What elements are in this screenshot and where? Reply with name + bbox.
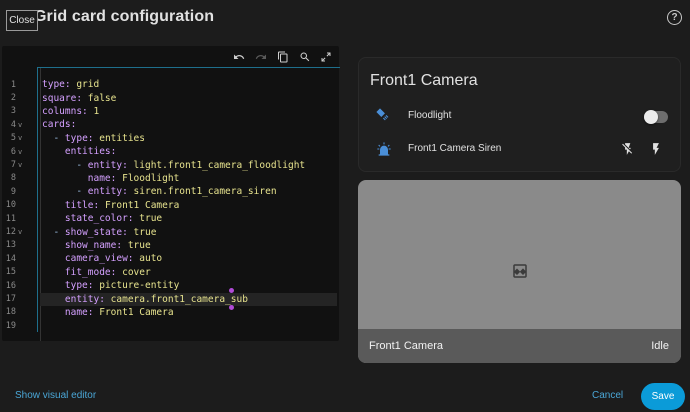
entity-row-floodlight[interactable]: Floodlight <box>359 101 682 131</box>
code-text: camera_view: auto <box>64 253 163 265</box>
line-number: 8 <box>10 173 16 184</box>
flash-off-icon[interactable] <box>620 141 636 157</box>
floodlight-icon <box>375 107 393 125</box>
undo-icon[interactable] <box>231 49 247 65</box>
code-text: type: picture-entity <box>64 280 180 292</box>
code-text: name: Front1 Camera <box>64 306 174 318</box>
fold-chevron-icon[interactable]: v <box>18 228 22 236</box>
line-number: 3 <box>10 106 16 117</box>
line-number: 5 <box>10 133 16 144</box>
editor-toolbar <box>2 46 339 68</box>
line-number: 2 <box>10 93 16 104</box>
line-number: 11 <box>5 213 16 224</box>
code-text: fit_mode: cover <box>64 266 151 278</box>
picture-card-footer: Front1 Camera Idle <box>358 329 681 363</box>
show-visual-editor-button[interactable]: Show visual editor <box>15 390 96 401</box>
cursor-marker <box>229 305 234 310</box>
picture-card-state: Idle <box>651 340 669 352</box>
code-text: entity: camera.front1_camera_sub <box>64 293 248 305</box>
line-number: 9 <box>10 186 16 197</box>
entity-row-siren[interactable]: Front1 Camera Siren <box>359 134 682 164</box>
code-text: - show_state: true <box>53 226 157 238</box>
alarm-light-icon <box>375 140 393 158</box>
image-broken-icon <box>511 262 529 280</box>
line-number: 6 <box>10 146 16 157</box>
close-button[interactable]: Close <box>6 10 38 31</box>
line-number: 13 <box>5 240 16 251</box>
fold-chevron-icon[interactable]: v <box>18 148 22 156</box>
code-text: title: Front1 Camera <box>64 199 180 211</box>
line-number: 1 <box>10 79 16 90</box>
cursor-marker <box>229 288 234 293</box>
line-number: 12 <box>5 227 16 238</box>
line-number: 15 <box>5 267 16 278</box>
line-number: 16 <box>5 280 16 291</box>
line-number: 18 <box>5 307 16 318</box>
flash-icon[interactable] <box>648 141 664 157</box>
code-text: type: grid <box>42 79 100 91</box>
code-text: name: Floodlight <box>87 172 180 184</box>
code-text: - entity: siren.front1_camera_siren <box>76 186 277 198</box>
code-text: columns: 1 <box>42 105 100 117</box>
entities-card-preview: Front1 Camera Floodlight Front1 Camera S… <box>358 57 681 172</box>
cancel-button[interactable]: Cancel <box>592 390 623 401</box>
line-number: 7 <box>10 160 16 171</box>
code-text: state_color: true <box>64 213 163 225</box>
code-text: entities: <box>64 146 117 158</box>
search-icon[interactable] <box>297 49 313 65</box>
line-number: 10 <box>5 200 16 211</box>
entity-name: Floodlight <box>408 110 452 121</box>
code-text: - type: entities <box>53 132 145 144</box>
code-text: cards: <box>42 119 77 131</box>
picture-entity-card-preview[interactable]: Front1 Camera Idle <box>358 180 681 363</box>
line-number: 17 <box>5 294 16 305</box>
line-number: 14 <box>5 253 16 264</box>
code-text: square: false <box>42 92 117 104</box>
help-circle-icon[interactable]: ? <box>667 10 682 25</box>
toggle-knob <box>644 110 658 124</box>
fullscreen-icon[interactable] <box>318 49 334 65</box>
dialog-title: Grid card configuration <box>34 8 215 25</box>
fold-chevron-icon[interactable]: v <box>18 161 22 169</box>
editor-focus-border <box>37 67 38 332</box>
copy-icon[interactable] <box>275 49 291 65</box>
code-text: - entity: light.front1_camera_floodlight <box>76 159 306 171</box>
floodlight-toggle[interactable] <box>644 110 668 124</box>
card-title: Front1 Camera <box>370 72 478 89</box>
code-text: show_name: true <box>64 239 151 251</box>
fold-chevron-icon[interactable]: v <box>18 121 22 129</box>
save-button[interactable]: Save <box>641 383 685 410</box>
line-number: 19 <box>5 320 16 331</box>
redo-icon[interactable] <box>253 49 269 65</box>
editor-focus-border-top <box>37 67 340 68</box>
picture-card-name: Front1 Camera <box>369 340 443 352</box>
entity-name: Front1 Camera Siren <box>408 143 502 154</box>
fold-chevron-icon[interactable]: v <box>18 134 22 142</box>
line-number: 4 <box>10 119 16 130</box>
